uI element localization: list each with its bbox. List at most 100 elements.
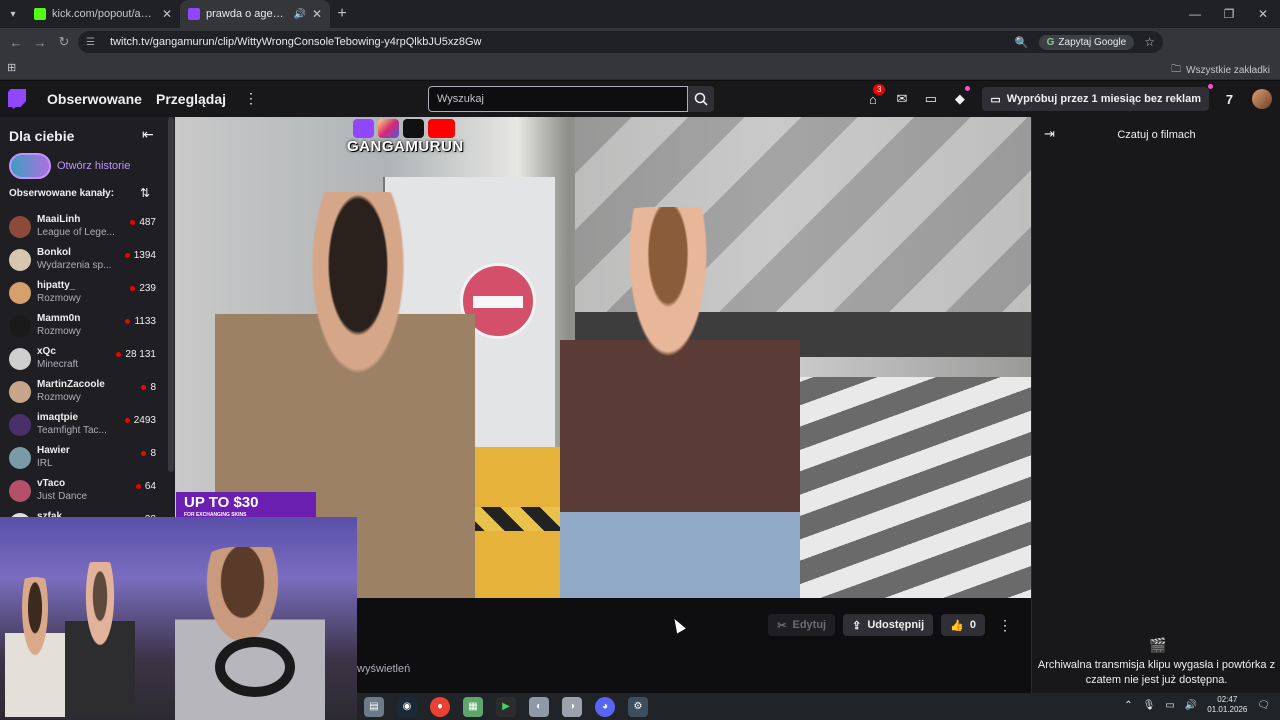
channel-watermark: GANGAMURUN <box>347 119 465 155</box>
promo-headline: UP TO $30 <box>184 494 259 511</box>
tab-title: kick.com/popout/ahapulco/cha <box>52 8 156 20</box>
search-button[interactable] <box>688 86 714 112</box>
bits-dot-badge <box>965 86 971 91</box>
channel-category: Teamfight Tac... <box>37 425 107 436</box>
live-dot-icon <box>141 451 147 456</box>
inbox-icon[interactable]: ✉ <box>887 91 916 107</box>
tray-expand-icon[interactable]: ⌃ <box>1124 700 1132 711</box>
tab-close-icon[interactable]: ✕ <box>312 7 322 21</box>
chrome-icon[interactable]: ● <box>430 696 450 717</box>
tab-close-icon[interactable]: ✕ <box>162 7 172 21</box>
new-tab-button[interactable]: + <box>330 5 354 23</box>
channel-category: Rozmowy <box>37 326 81 337</box>
clip-actions: ✂ Edytuj ⇪ Udostępnij 👍 0 ⋮ <box>768 614 1017 636</box>
channel-name: hipatty_ <box>37 280 76 291</box>
viewer-count: 8 <box>150 448 156 459</box>
site-info-icon[interactable]: ☰ <box>86 37 100 48</box>
channel-live-status: 28 131 <box>116 349 156 360</box>
channel-name: MartinZacoole <box>37 379 105 390</box>
twitch-social-icon <box>353 119 374 138</box>
sidebar-channel-item[interactable]: MaaiLinh League of Lege... 487 <box>0 211 175 244</box>
share-label: Udostępnij <box>867 619 925 631</box>
bits-icon[interactable]: ◆ <box>945 86 974 107</box>
zoom-icon[interactable]: 🔍 <box>1015 36 1029 49</box>
channel-name: xQc <box>37 346 56 357</box>
edit-button[interactable]: ✂ Edytuj <box>768 614 836 636</box>
chat-title: Czatuj o filmach <box>1117 129 1196 141</box>
live-dot-icon <box>116 352 122 357</box>
microphone-icon[interactable]: 🎙 <box>1143 700 1156 711</box>
user-avatar[interactable] <box>1252 89 1272 109</box>
tiktok-icon <box>403 119 424 138</box>
app-icon-tools[interactable]: ⚙ <box>628 696 648 717</box>
whispers-icon[interactable]: ▭ <box>916 91 945 107</box>
tab-search-icon[interactable]: ▾ <box>0 0 26 28</box>
stories-button[interactable]: Otwórz historie <box>9 153 130 179</box>
app-icon-gray[interactable]: ◐ <box>529 696 549 717</box>
bookmark-star-icon[interactable]: ☆ <box>1144 35 1155 49</box>
channel-name: MaaiLinh <box>37 214 81 225</box>
nav-following-link[interactable]: Obserwowane <box>47 91 142 107</box>
nav-browse-link[interactable]: Przeglądaj <box>156 91 226 107</box>
tab-audio-icon[interactable]: 🔊 <box>293 9 305 20</box>
app-icon-green[interactable]: ▦ <box>463 696 483 717</box>
clock-time: 02:47 <box>1217 695 1238 704</box>
file-explorer-icon[interactable]: ▤ <box>364 696 384 717</box>
thumbs-up-icon: 👍 <box>950 619 964 632</box>
sidebar-channel-item[interactable]: hipatty_ Rozmowy 239 <box>0 277 175 310</box>
sidebar-scrollbar[interactable] <box>168 117 174 472</box>
share-button[interactable]: ⇪ Udostępnij <box>843 614 934 636</box>
watermark-text: GANGAMURUN <box>347 138 464 155</box>
twitch-logo-icon[interactable] <box>8 89 26 109</box>
sidebar-channel-item[interactable]: imaqtpie Teamfight Tac... 2493 <box>0 409 175 442</box>
channel-live-status: 487 <box>130 217 156 228</box>
sidebar-channel-item[interactable]: szfak22 <box>0 508 175 517</box>
more-options-icon[interactable]: ⋮ <box>244 90 258 107</box>
discord-icon[interactable]: ◕ <box>595 696 615 717</box>
sidebar-channel-item[interactable]: vTaco Just Dance 64 <box>0 475 175 508</box>
url-field[interactable]: ☰ twitch.tv/gangamurun/clip/WittyWrongCo… <box>78 31 1163 53</box>
forward-icon[interactable]: → <box>28 35 52 50</box>
like-button[interactable]: 👍 0 <box>941 614 985 636</box>
network-icon[interactable]: ▭ <box>1165 700 1174 711</box>
collapse-sidebar-icon[interactable]: ⇤ <box>142 126 154 143</box>
ad-free-dot-badge <box>1208 84 1213 89</box>
ad-free-trial-button[interactable]: ▭ Wypróbuj przez 1 miesiąc bez reklam <box>982 84 1213 111</box>
channel-avatar <box>9 216 31 238</box>
channel-avatar <box>9 447 31 469</box>
channel-name: Bonkol <box>37 247 71 258</box>
notification-center-icon[interactable]: 🗨 <box>1257 700 1270 711</box>
sidebar-channel-item[interactable]: Hawier IRL 8 <box>0 442 175 475</box>
viewer-count: 28 131 <box>125 349 156 360</box>
steam-icon[interactable]: ◉ <box>397 696 417 717</box>
minimize-icon[interactable]: — <box>1178 0 1212 28</box>
sidebar-channel-item[interactable]: Mamm0n Rozmowy 1133 <box>0 310 175 343</box>
restore-icon[interactable]: ❐ <box>1212 0 1246 28</box>
sidebar-channel-item[interactable]: xQc Minecraft 28 131 <box>0 343 175 376</box>
system-tray: ⌃ 🎙 ▭ 🔊 02:47 01.01.2026 🗨 <box>1124 695 1270 715</box>
tab-kick[interactable]: kick.com/popout/ahapulco/cha ✕ <box>26 0 180 28</box>
search-input[interactable] <box>428 86 688 112</box>
sidebar-channel-item[interactable]: MartinZacoole Rozmowy 8 <box>0 376 175 409</box>
volume-icon[interactable]: 🔊 <box>1185 700 1197 711</box>
video-person-right <box>560 207 800 598</box>
url-text: twitch.tv/gangamurun/clip/WittyWrongCons… <box>110 36 482 48</box>
turbo-icon[interactable]: 7 <box>1215 92 1244 107</box>
sidebar-channel-item[interactable]: Bonkol Wydarzenia sp... 1394 <box>0 244 175 277</box>
clip-more-icon[interactable]: ⋮ <box>993 617 1017 634</box>
play-icon[interactable]: ▶ <box>496 696 516 717</box>
tab-twitch[interactable]: prawda o agencie - Twitch 🔊 ✕ <box>180 0 330 28</box>
edit-label: Edytuj <box>792 619 827 631</box>
ask-google-button[interactable]: G Zapytaj Google <box>1038 34 1135 50</box>
all-bookmarks-button[interactable]: 🗀 Wszystkie zakładki <box>1171 62 1270 79</box>
sort-icon[interactable]: ⇅ <box>140 186 150 200</box>
channel-avatar <box>9 381 31 403</box>
apps-grid-icon[interactable]: ⊞ <box>7 61 16 74</box>
reload-icon[interactable]: ↻ <box>52 34 76 50</box>
notifications-button[interactable]: ⌂ 3 <box>858 83 887 107</box>
channel-avatar <box>9 414 31 436</box>
close-window-icon[interactable]: ✕ <box>1246 0 1280 28</box>
back-icon[interactable]: ← <box>4 35 28 50</box>
clock[interactable]: 02:47 01.01.2026 <box>1207 695 1247 715</box>
app-icon-white[interactable]: ◑ <box>562 696 582 717</box>
